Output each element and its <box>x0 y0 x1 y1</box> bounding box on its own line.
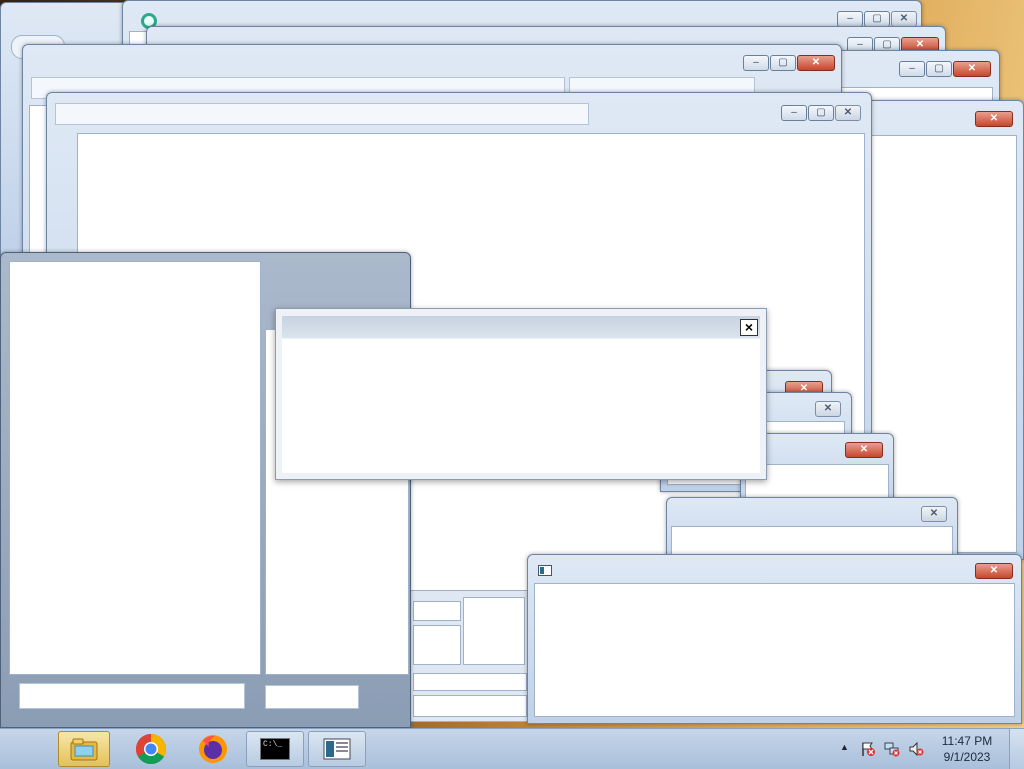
maximize-button[interactable]: ▢ <box>808 105 834 121</box>
left-list-pane <box>9 261 261 675</box>
close-button[interactable]: ✕ <box>845 442 883 458</box>
right-bottom-field[interactable] <box>265 685 359 709</box>
close-button[interactable]: ✕ <box>975 563 1013 579</box>
desktop: – ▢ ✕ – ▢ ✕ – ▢ ✕ ✕ – ▢ ✕ – ▢ ✕ ✕ ✕ ✕ ✕ … <box>0 0 1024 728</box>
dialog-body <box>282 339 760 473</box>
taskbar: C:\_ ▲ 11:47 PM 9/1/2023 <box>0 728 1024 769</box>
panel-cell <box>413 695 527 717</box>
network-icon[interactable] <box>884 741 900 757</box>
cmd-icon-text: C:\_ <box>263 740 283 749</box>
dialog-close-button[interactable]: × <box>740 319 758 336</box>
maximize-button[interactable]: ▢ <box>770 55 796 71</box>
minimize-button[interactable]: – <box>899 61 925 77</box>
minimize-button[interactable]: – <box>743 55 769 71</box>
cmd-icon: C:\_ <box>260 738 290 760</box>
dialog[interactable]: × <box>275 308 767 480</box>
taskbar-chrome-button[interactable] <box>122 731 180 767</box>
taskbar-explorer-button[interactable] <box>58 731 110 767</box>
window-bottom-right-client <box>534 583 1015 717</box>
show-desktop-button[interactable] <box>1009 729 1024 769</box>
clock-date: 9/1/2023 <box>943 750 991 764</box>
panel-grid <box>408 590 530 722</box>
close-button[interactable]: ✕ <box>975 111 1013 127</box>
taskbar-app-button[interactable] <box>308 731 366 767</box>
firefox-icon <box>199 735 227 763</box>
folder-icon <box>70 738 98 761</box>
taskbar-cmd-button[interactable]: C:\_ <box>246 731 304 767</box>
maximize-button[interactable]: ▢ <box>926 61 952 77</box>
clock[interactable]: 11:47 PM 9/1/2023 <box>934 733 1000 765</box>
minimize-button[interactable]: – <box>837 11 863 27</box>
show-hidden-icons-button[interactable]: ▲ <box>840 742 849 752</box>
window-bottom-right[interactable]: ✕ <box>527 554 1022 724</box>
panel-cell <box>413 673 527 691</box>
close-button[interactable]: ✕ <box>797 55 835 71</box>
close-button[interactable]: ✕ <box>953 61 991 77</box>
panel-cell <box>463 597 525 665</box>
left-bottom-field[interactable] <box>19 683 245 709</box>
system-tray: ▲ 11:47 PM 9/1/2023 <box>834 729 1024 769</box>
app-window-icon <box>323 738 351 760</box>
app-window-icon <box>538 565 552 576</box>
clock-time: 11:47 PM <box>941 734 993 748</box>
close-button[interactable]: ✕ <box>835 105 861 121</box>
close-button[interactable]: ✕ <box>921 506 947 522</box>
window-6-address-bar[interactable] <box>55 103 589 125</box>
close-button[interactable]: ✕ <box>891 11 917 27</box>
dialog-titlebar[interactable] <box>282 316 760 338</box>
panel-cell <box>413 601 461 621</box>
volume-muted-icon[interactable] <box>908 741 924 757</box>
chrome-icon <box>135 734 167 765</box>
panel-cell <box>413 625 461 665</box>
minimize-button[interactable]: – <box>781 105 807 121</box>
close-button[interactable]: ✕ <box>815 401 841 417</box>
action-center-flag-icon[interactable] <box>860 741 876 757</box>
maximize-button[interactable]: ▢ <box>864 11 890 27</box>
taskbar-firefox-button[interactable] <box>184 731 242 767</box>
